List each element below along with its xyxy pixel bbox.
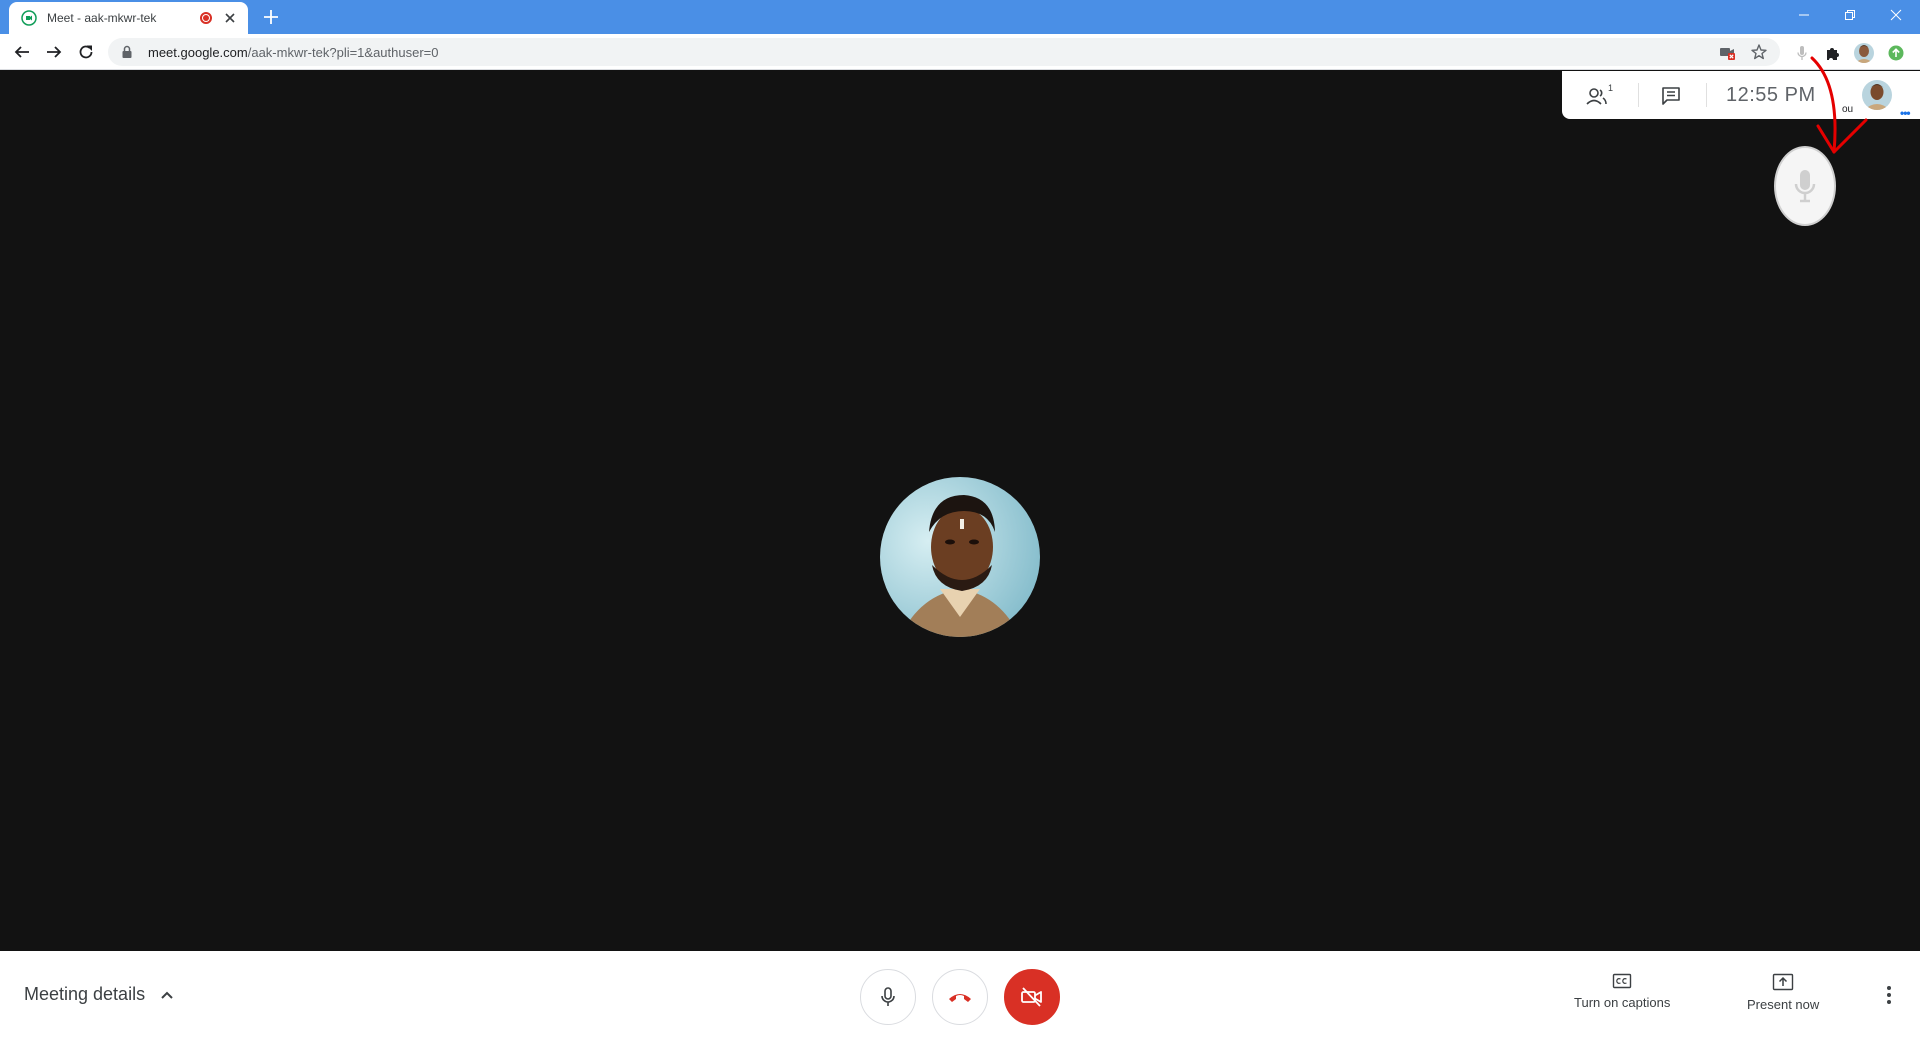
chat-icon — [1662, 87, 1680, 105]
restore-button[interactable] — [1827, 0, 1873, 30]
forward-button[interactable] — [42, 40, 66, 64]
url-host: meet.google.com — [148, 44, 248, 60]
more-options-button[interactable] — [1877, 983, 1901, 1007]
meeting-bottom-bar: Meeting details Turn on captions Present… — [0, 951, 1920, 1040]
annotation-arrow — [1810, 56, 1868, 154]
present-icon — [1772, 973, 1794, 991]
meeting-details-label: Meeting details — [24, 984, 146, 1004]
arrow-back-icon — [14, 46, 29, 58]
present-label: Present now — [1747, 997, 1820, 1012]
url-path: /aak-mkwr-tek?pli=1&authuser=0 — [247, 44, 439, 60]
close-window-button[interactable] — [1873, 0, 1919, 30]
minimize-icon — [1799, 14, 1809, 16]
mic-icon — [881, 987, 895, 1006]
captions-label: Turn on captions — [1574, 995, 1671, 1010]
mic-icon — [1794, 170, 1816, 203]
meet-icon — [21, 10, 37, 26]
back-button[interactable] — [10, 40, 34, 64]
camera-toggle-button[interactable] — [1004, 969, 1060, 1025]
lock-icon[interactable] — [120, 45, 134, 59]
chat-button[interactable] — [1658, 83, 1684, 109]
more-vert-icon — [1887, 986, 1891, 1004]
browser-tab-meet[interactable]: Meet - aak-mkwr-tek — [9, 2, 248, 34]
restore-icon — [1845, 10, 1855, 20]
minimize-button[interactable] — [1781, 0, 1827, 30]
recording-dot-icon — [200, 12, 212, 24]
arrow-forward-icon — [47, 46, 62, 58]
meeting-details-button[interactable]: Meeting details — [24, 984, 177, 1005]
reload-icon — [79, 45, 93, 59]
camera-blocked-icon[interactable] — [1718, 43, 1736, 61]
microphone-button[interactable] — [860, 969, 916, 1025]
camera-off-icon — [1021, 987, 1042, 1007]
tab-title: Meet - aak-mkwr-tek — [47, 11, 157, 25]
participant-avatar — [880, 477, 1040, 637]
cc-icon — [1612, 973, 1632, 989]
panel-divider — [1638, 83, 1639, 107]
leave-call-button[interactable] — [932, 969, 988, 1025]
present-now-button[interactable]: Present now — [1747, 973, 1819, 1012]
panel-divider — [1706, 83, 1707, 107]
tab-close-icon[interactable] — [222, 10, 238, 26]
browser-toolbar: meet.google.com/aak-mkwr-tek?pli=1&authu… — [0, 34, 1920, 70]
chevron-up-icon — [161, 991, 173, 999]
captions-button[interactable]: Turn on captions — [1574, 973, 1670, 1010]
address-bar[interactable]: meet.google.com/aak-mkwr-tek?pli=1&authu… — [108, 38, 1780, 66]
close-icon — [1890, 9, 1902, 21]
reload-button[interactable] — [74, 40, 98, 64]
hang-up-icon — [949, 994, 971, 1002]
url-text[interactable]: meet.google.com/aak-mkwr-tek?pli=1&authu… — [148, 45, 1704, 60]
participants-count: 1 — [1608, 83, 1614, 93]
star-icon[interactable] — [1750, 43, 1768, 61]
new-tab-icon[interactable] — [260, 6, 282, 28]
browser-titlebar: Meet - aak-mkwr-tek — [0, 0, 1920, 34]
